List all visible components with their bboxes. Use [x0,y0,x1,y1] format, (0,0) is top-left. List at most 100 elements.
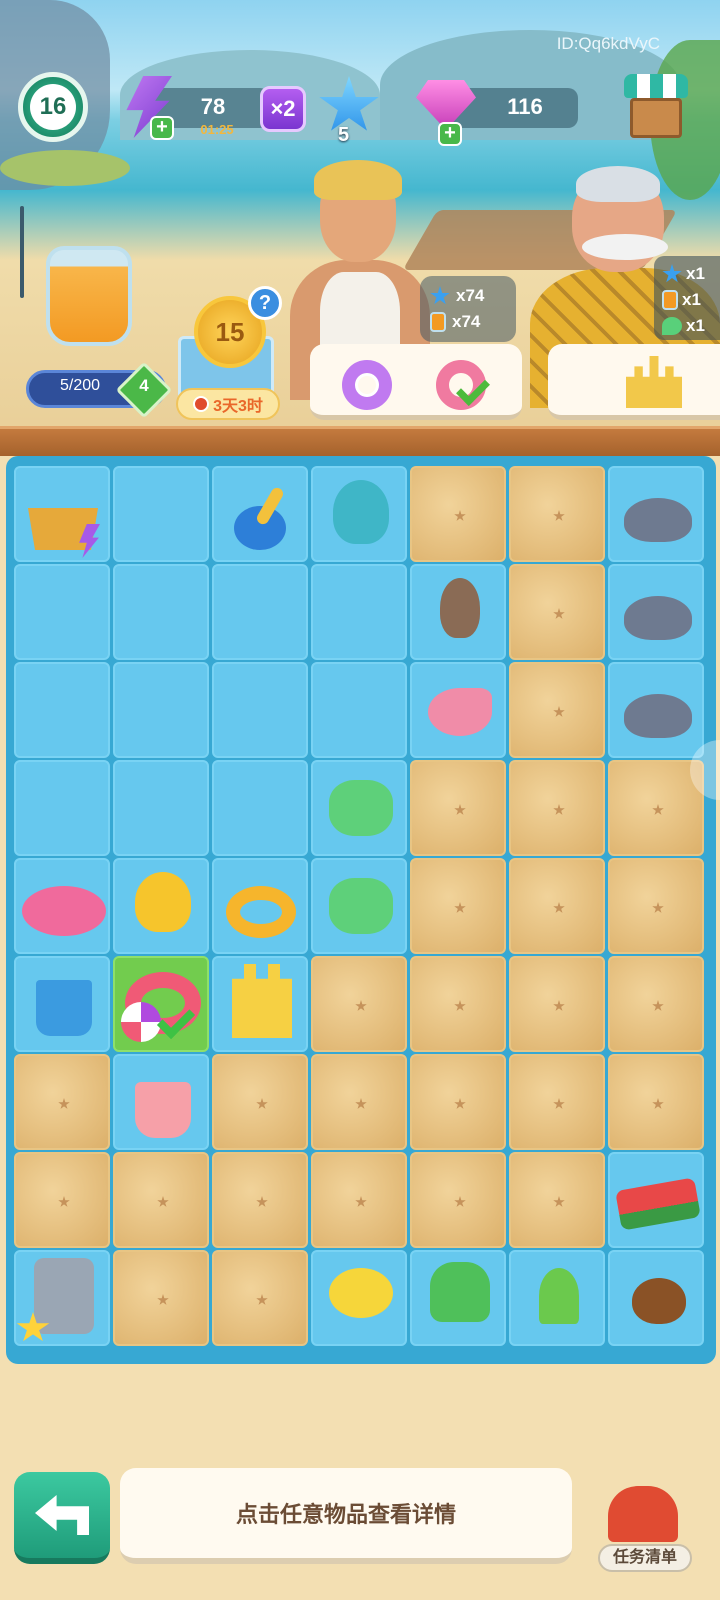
rock-item-icon [624,596,692,640]
board-cell-sand[interactable] [212,1250,308,1346]
star-count: 5 [338,124,350,146]
board-cell-sand[interactable] [14,1054,110,1150]
board-cell-water[interactable] [212,662,308,758]
gem-value: 116 [507,94,543,119]
board-cell-sand[interactable] [509,1054,605,1150]
board-cell-bucket[interactable] [14,956,110,1052]
board-cell-water[interactable] [311,564,407,660]
board-cell-sand[interactable] [509,1152,605,1248]
juice-item-icon [135,1082,191,1138]
board-cell-sand[interactable] [509,662,605,758]
board-cell-sand[interactable] [410,1152,506,1248]
event-timer: 3天3时 [176,388,280,420]
side-reward-line: x1 [662,264,705,284]
juice-jar-icon[interactable] [46,246,132,346]
board-cell-sand[interactable] [410,956,506,1052]
duck-item-icon [135,872,191,932]
board-cell-sand[interactable] [509,956,605,1052]
sprout-item-icon [539,1268,579,1324]
board-cell-sand[interactable] [608,956,704,1052]
star-icon [430,286,450,305]
board-cell-rock-plant[interactable] [608,662,704,758]
board-cell-sand[interactable] [509,858,605,954]
board-cell-sand[interactable] [509,564,605,660]
board-cell-seed[interactable] [608,1250,704,1346]
board-cell-juice[interactable] [113,1054,209,1150]
shop-awning [624,74,688,98]
board-cell-water[interactable] [212,564,308,660]
jar-icon [430,312,446,332]
island [0,150,130,186]
board-cell-sand[interactable] [14,1152,110,1248]
board-cell-juicer[interactable] [14,1250,110,1346]
side-reward-amount: x1 [686,264,705,283]
board-cell-sand[interactable] [410,858,506,954]
board-cell-leaf[interactable] [311,858,407,954]
seed-item-icon [632,1278,686,1324]
board-cell-sand[interactable] [410,1054,506,1150]
side-reward-amount: x1 [686,316,705,335]
board-cell-sand[interactable] [311,1054,407,1150]
board-cell-water[interactable] [14,662,110,758]
wood-divider [0,426,720,456]
board-cell-ring-selected[interactable] [113,956,209,1052]
flamingo-item-icon [22,886,106,936]
reward-line: x74 [430,286,484,306]
task-list-label[interactable]: 任务清单 [598,1544,692,1572]
back-button[interactable] [14,1472,110,1564]
clock-icon [193,396,210,412]
board-cell-leaf[interactable] [311,760,407,856]
board-cell-rock[interactable] [608,564,704,660]
board-cell-water[interactable] [113,466,209,562]
board-cell-parrot[interactable] [311,466,407,562]
duckring-item-icon [226,886,296,938]
board-cell-duckring[interactable] [212,858,308,954]
parrot-item-icon [333,480,389,544]
board-cell-duck[interactable] [113,858,209,954]
board-cell-sprout[interactable] [509,1250,605,1346]
board-cell-water[interactable] [113,564,209,660]
board-cell-sand[interactable] [311,956,407,1052]
board-cell-sand[interactable] [311,1152,407,1248]
board-cell-flamingo[interactable] [14,858,110,954]
board-cell-sand[interactable] [113,1152,209,1248]
board-cell-sand[interactable] [509,760,605,856]
board-cell-water[interactable] [113,662,209,758]
board-cell-water[interactable] [311,662,407,758]
plant-item-icon [430,1262,490,1322]
board-cell-sand[interactable] [212,1152,308,1248]
energy-multiplier-button[interactable]: ×2 [260,86,306,132]
board-cell-bird[interactable] [410,564,506,660]
board-cell-rock[interactable] [608,466,704,562]
board-cell-water[interactable] [14,564,110,660]
shop-stall-icon[interactable] [624,74,688,144]
board-cell-water[interactable] [212,760,308,856]
board-cell-sand[interactable] [509,466,605,562]
board-cell-castle[interactable] [212,956,308,1052]
rock-plant-item-icon [624,694,692,738]
add-gems-button[interactable]: + [438,122,462,146]
board-cell-plant[interactable] [410,1250,506,1346]
board-cell-watermelon[interactable] [608,1152,704,1248]
board-cell-sand[interactable] [410,466,506,562]
leaf-item-icon [329,780,393,836]
board-cell-shovel[interactable] [212,466,308,562]
board-cell-water[interactable] [113,760,209,856]
board-cell-water[interactable] [14,760,110,856]
bird-item-icon [440,578,480,638]
board-cell-sand[interactable] [410,760,506,856]
side-scroll-indicator [20,206,24,298]
board-cell-shell[interactable] [410,662,506,758]
add-energy-button[interactable]: + [150,116,174,140]
board-cell-basket[interactable] [14,466,110,562]
help-button[interactable]: ? [248,286,282,320]
level-badge[interactable]: 16 [18,72,88,142]
jar-progress-text: 5/200 [59,377,101,394]
board-cell-sand[interactable] [608,1054,704,1150]
board-cell-sand[interactable] [212,1054,308,1150]
board-cell-sand[interactable] [608,858,704,954]
board-cell-sand[interactable] [113,1250,209,1346]
board-cell-flower[interactable] [311,1250,407,1346]
side-reward-amount: x1 [682,290,701,309]
reward-amount: x74 [452,312,481,331]
